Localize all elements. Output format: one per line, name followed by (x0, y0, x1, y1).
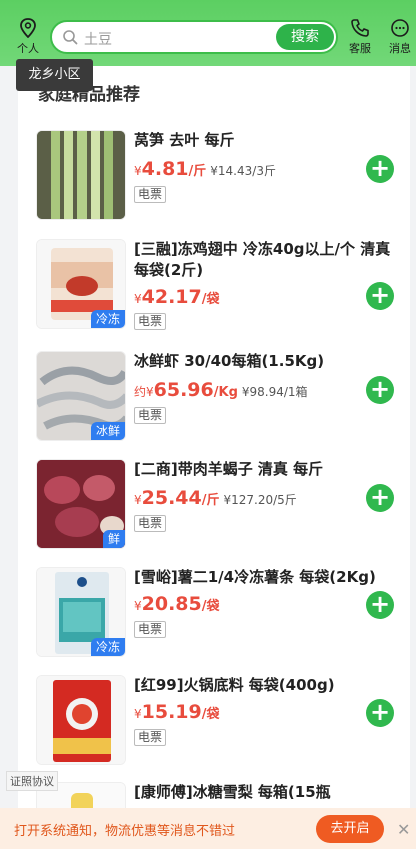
close-icon[interactable]: ✕ (397, 820, 410, 839)
lettuce-stem-image (37, 131, 125, 219)
product-name[interactable]: [三融]冻鸡翅中 冷冻40g以上/个 清真 每袋(2斤) (134, 239, 400, 281)
frozen-tag: 冷冻 (90, 638, 125, 656)
product-image[interactable]: 冷冻 (36, 567, 126, 657)
add-to-cart-button[interactable]: + (366, 699, 394, 727)
product-item[interactable]: 莴笋 去叶 每斤 ¥4.81/斤 ¥14.43/3斤 电票 + (18, 130, 410, 235)
product-name[interactable]: 莴笋 去叶 每斤 (134, 130, 400, 151)
price-unit: /袋 (201, 292, 220, 307)
recommend-panel: 家庭精品推荐 莴笋 去叶 每斤 ¥4.81/斤 ¥14.43/3斤 电票 + 冷… (18, 66, 410, 849)
price-prefix: ¥ (134, 599, 142, 613)
message-bubble-icon (391, 19, 409, 37)
product-item[interactable]: 冷冻 [三融]冻鸡翅中 冷冻40g以上/个 清真 每袋(2斤) ¥42.17/袋… (18, 239, 410, 344)
product-price: ¥25.44/斤 ¥127.20/5斤 (134, 487, 297, 509)
search-icon (63, 30, 78, 45)
price-value: 42.17 (141, 286, 202, 308)
search-bar[interactable]: 土豆 搜索 (50, 20, 338, 54)
product-image[interactable] (36, 130, 126, 220)
phone-icon (351, 19, 369, 37)
messages-button[interactable]: 消息 (380, 18, 416, 56)
product-name[interactable]: 冰鲜虾 30/40每箱(1.5Kg) (134, 351, 400, 372)
price-prefix: ¥ (134, 493, 142, 507)
product-price: ¥4.81/斤 ¥14.43/3斤 (134, 158, 276, 180)
product-name[interactable]: [康师傅]冰糖雪梨 每箱(15瓶 (134, 782, 400, 803)
frozen-tag: 冷冻 (90, 310, 125, 328)
e-ticket-badge: 电票 (134, 407, 167, 424)
price-unit: /Kg (213, 385, 238, 400)
add-to-cart-button[interactable]: + (366, 282, 394, 310)
price-unit: /斤 (201, 493, 220, 508)
product-image[interactable]: 冷冻 (36, 239, 126, 329)
price-prefix: ¥ (134, 164, 142, 178)
product-item[interactable]: 鲜 [二商]带肉羊蝎子 清真 每斤 ¥25.44/斤 ¥127.20/5斤 电票 … (18, 459, 410, 564)
e-ticket-badge: 电票 (134, 621, 167, 638)
enable-notification-button[interactable]: 去开启 (316, 815, 384, 843)
fresh-tag: 鲜 (102, 530, 125, 548)
search-button[interactable]: 搜索 (276, 24, 334, 50)
search-input[interactable]: 土豆 (84, 29, 112, 49)
price-value: 20.85 (141, 593, 202, 615)
location-tooltip[interactable]: 龙乡小区 (16, 59, 93, 91)
add-to-cart-button[interactable]: + (366, 376, 394, 404)
product-image[interactable] (36, 675, 126, 765)
location-pin-icon (20, 18, 36, 38)
price-unit: /袋 (201, 599, 220, 614)
product-price: 约¥65.96/Kg ¥98.94/1箱 (134, 379, 308, 401)
reference-price: ¥14.43/3斤 (210, 164, 276, 178)
price-value: 65.96 (153, 379, 214, 401)
messages-label: 消息 (389, 42, 411, 55)
product-name[interactable]: [二商]带肉羊蝎子 清真 每斤 (134, 459, 400, 480)
hotpot-base-bag-image (37, 676, 125, 764)
product-price: ¥20.85/袋 (134, 593, 220, 615)
notification-banner: 打开系统通知，物流优惠等消息不错过 去开启 ✕ (0, 808, 416, 849)
e-ticket-badge: 电票 (134, 186, 167, 203)
add-to-cart-button[interactable]: + (366, 155, 394, 183)
chilled-tag: 冰鲜 (90, 422, 125, 440)
notification-text: 打开系统通知，物流优惠等消息不错过 (14, 824, 236, 839)
e-ticket-badge: 电票 (134, 313, 167, 330)
product-item[interactable]: [红99]火锅底料 每袋(400g) ¥15.19/袋 电票 + (18, 675, 410, 780)
product-item[interactable]: 冷冻 [雪峪]薯二1/4冷冻薯条 每袋(2Kg) ¥20.85/袋 电票 + (18, 567, 410, 672)
top-bar: 个人 土豆 搜索 客服 消息 (0, 0, 416, 66)
price-unit: /斤 (188, 164, 207, 179)
e-ticket-badge: 电票 (134, 729, 167, 746)
price-prefix: ¥ (134, 707, 142, 721)
customer-service-button[interactable]: 客服 (340, 18, 380, 56)
product-image[interactable]: 冰鲜 (36, 351, 126, 441)
price-prefix: 约¥ (134, 385, 154, 399)
price-prefix: ¥ (134, 292, 142, 306)
price-value: 4.81 (141, 158, 189, 180)
product-image[interactable]: 鲜 (36, 459, 126, 549)
e-ticket-badge: 电票 (134, 515, 167, 532)
product-name[interactable]: [红99]火锅底料 每袋(400g) (134, 675, 400, 696)
price-value: 25.44 (141, 487, 202, 509)
product-price: ¥15.19/袋 (134, 701, 220, 723)
reference-price: ¥98.94/1箱 (241, 385, 308, 399)
customer-service-label: 客服 (349, 42, 371, 55)
add-to-cart-button[interactable]: + (366, 591, 394, 619)
personal-button[interactable]: 个人 (8, 18, 48, 56)
price-value: 15.19 (141, 701, 202, 723)
product-item[interactable]: 冰鲜 冰鲜虾 30/40每箱(1.5Kg) 约¥65.96/Kg ¥98.94/1… (18, 351, 410, 456)
product-name[interactable]: [雪峪]薯二1/4冷冻薯条 每袋(2Kg) (134, 567, 400, 588)
personal-label: 个人 (17, 42, 39, 55)
license-link[interactable]: 证照协议 (6, 771, 58, 791)
price-unit: /袋 (201, 707, 220, 722)
reference-price: ¥127.20/5斤 (223, 493, 297, 507)
add-to-cart-button[interactable]: + (366, 484, 394, 512)
product-price: ¥42.17/袋 (134, 286, 220, 308)
